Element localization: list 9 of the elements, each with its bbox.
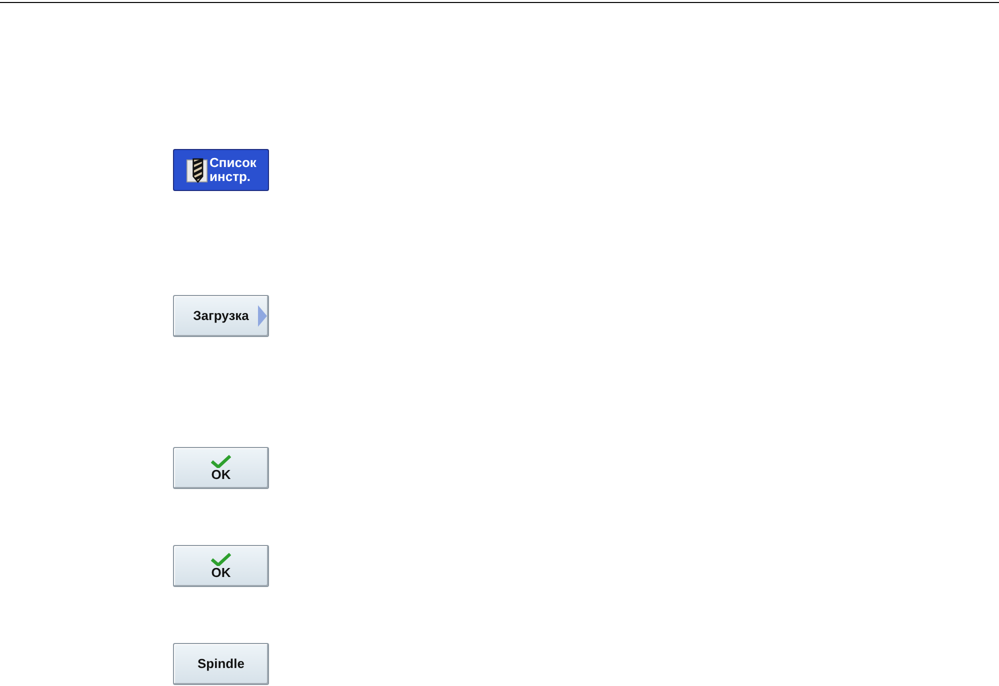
softkey-button[interactable]: Spindle [173, 643, 269, 685]
softkey-button[interactable]: Список инстр. [173, 149, 269, 191]
checkmark-icon [211, 552, 231, 566]
drill-icon [186, 156, 208, 184]
arrow-icon [258, 305, 267, 327]
checkmark-icon [211, 454, 231, 468]
softkey-button[interactable]: OK [173, 545, 269, 587]
softkey-button[interactable]: OK [173, 447, 269, 489]
softkey-button[interactable]: Загрузка [173, 295, 269, 337]
